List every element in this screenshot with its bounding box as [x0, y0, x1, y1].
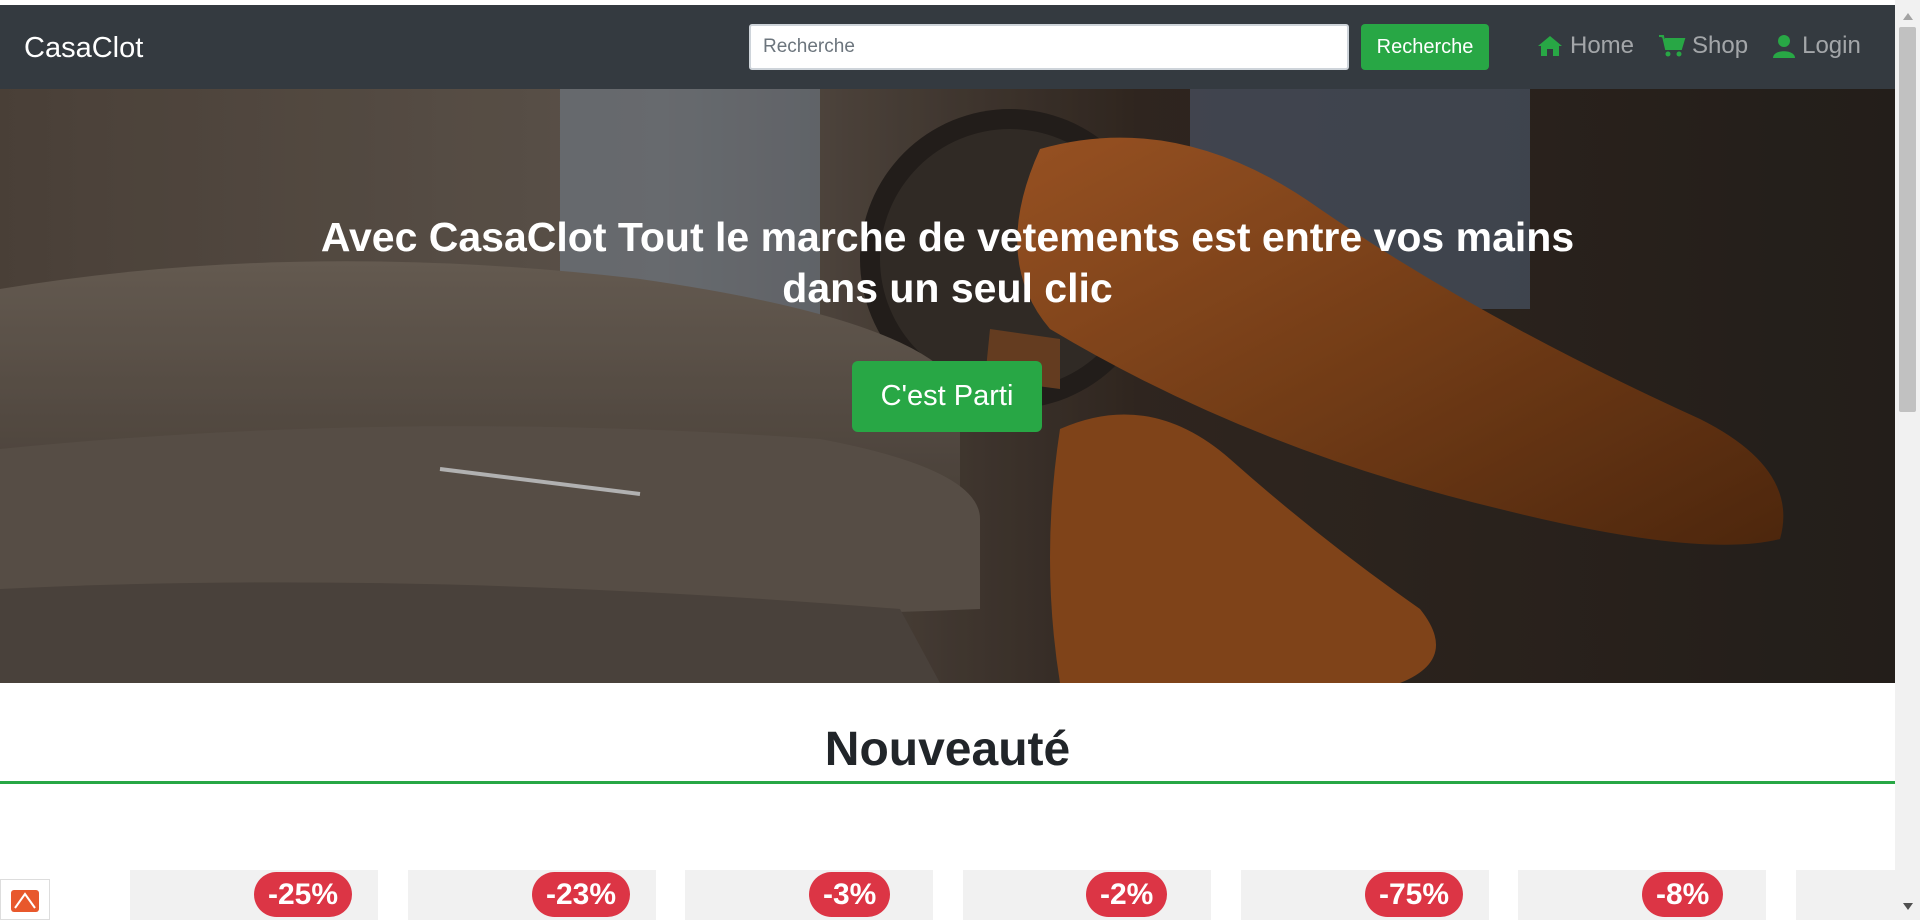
product-card-partial[interactable]	[1796, 870, 1895, 920]
section-title: Nouveauté	[824, 723, 1071, 776]
hero-banner: Avec CasaClot Tout le marche de vetement…	[0, 89, 1895, 683]
navbar: CasaClot Recherche Home Shop Login	[0, 5, 1895, 89]
hero-title: Avec CasaClot Tout le marche de vetement…	[320, 214, 1575, 311]
nav-home-label: Home	[1570, 32, 1635, 59]
discount-badge: -8%	[1642, 872, 1724, 917]
product-card[interactable]: -3%	[685, 870, 933, 920]
nav-home-link[interactable]: Home	[1536, 32, 1634, 60]
discount-badge: -25%	[254, 872, 353, 917]
brand-logo[interactable]: CasaClot	[24, 32, 143, 65]
scroll-down-icon[interactable]	[1895, 896, 1920, 916]
scrollbar-thumb[interactable]	[1899, 27, 1916, 412]
cart-icon	[1658, 34, 1686, 58]
nav-login-link[interactable]: Login	[1772, 32, 1861, 60]
product-card[interactable]: -8%	[1518, 870, 1766, 920]
home-icon	[1536, 34, 1564, 58]
section-divider	[0, 781, 1895, 784]
vertical-scrollbar[interactable]	[1895, 0, 1920, 920]
floating-widget[interactable]	[0, 879, 50, 920]
discount-badge: -3%	[809, 872, 891, 917]
nav-links: Home Shop Login	[1536, 32, 1861, 60]
discount-badge: -75%	[1365, 872, 1464, 917]
nav-shop-label: Shop	[1692, 32, 1749, 59]
discount-badge: -2%	[1086, 872, 1168, 917]
product-card[interactable]: -25%	[130, 870, 378, 920]
widget-icon	[11, 889, 39, 912]
nav-shop-link[interactable]: Shop	[1658, 32, 1748, 60]
search-button[interactable]: Recherche	[1361, 24, 1489, 70]
product-list: -25% -23% -3% -2% -75% -8%	[0, 870, 1895, 920]
nav-login-label: Login	[1802, 32, 1861, 59]
user-icon	[1772, 34, 1796, 58]
product-card[interactable]: -23%	[408, 870, 656, 920]
discount-badge: -23%	[532, 872, 631, 917]
search-input[interactable]	[749, 24, 1349, 70]
cta-button[interactable]: C'est Parti	[852, 361, 1042, 432]
product-card[interactable]: -2%	[963, 870, 1211, 920]
scroll-up-icon[interactable]	[1895, 6, 1920, 26]
product-card[interactable]: -75%	[1241, 870, 1489, 920]
